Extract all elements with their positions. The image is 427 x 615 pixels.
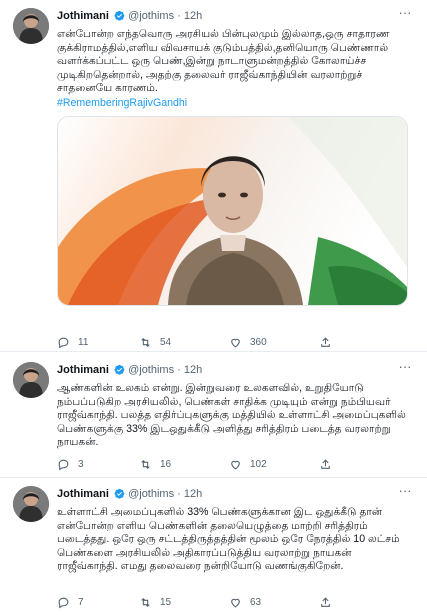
tweet-text: ஆண்களின் உலகம் என்று. இன்றுவரை உலகளவில்,… [57,382,406,449]
hashtag-link[interactable]: #RememberingRajivGandhi [57,96,413,110]
reply-icon [58,459,69,470]
share-icon [321,458,330,469]
tweet-media-image[interactable] [57,115,408,306]
retweet-button[interactable]: 16 [139,456,171,472]
tweet[interactable]: ··· Jothimani @jothims · 12h உள்ளாட்சி அ… [0,478,427,615]
timeline: · · · Jothimani @jothims · 12h என்போன்ற எந… [0,0,427,615]
retweet-count: 54 [160,336,172,348]
tweet-text: உள்ளாட்சி அமைப்புகளில் 33% பெண்களுக்கான … [57,506,400,573]
separator-dot: · [177,364,181,376]
like-count: 63 [250,596,262,608]
tweet[interactable]: ··· Jothimani @jothims · 12h ஆண்களின் உல… [0,352,427,478]
verified-badge-icon [114,10,125,25]
reply-count: 7 [78,596,84,608]
reply-button[interactable]: 7 [57,594,84,610]
tweet-header: Jothimani @jothims · 12h [57,9,413,25]
verified-badge-icon [114,488,125,503]
avatar[interactable] [13,8,49,44]
retweet-icon [141,459,150,469]
heart-icon [231,338,240,347]
tweet-header: Jothimani @jothims · 12h [57,487,413,503]
tweet-timestamp[interactable]: 12h [184,10,202,22]
reply-button[interactable]: 3 [57,456,84,472]
author-name[interactable]: Jothimani [57,488,109,500]
reply-count: 3 [78,458,84,470]
heart-icon [231,598,240,607]
tweet-header: Jothimani @jothims · 12h [57,363,413,379]
retweet-button[interactable]: 54 [139,334,171,350]
tweet-actions: 7 15 63 [57,594,387,610]
author-name[interactable]: Jothimani [57,364,109,376]
author-name[interactable]: Jothimani [57,10,109,22]
retweet-count: 15 [160,596,172,608]
heart-icon [231,460,240,469]
share-icon [321,336,330,347]
like-button[interactable]: 102 [229,456,267,472]
share-button[interactable] [319,334,340,350]
tweet-timestamp[interactable]: 12h [184,364,202,376]
share-button[interactable] [319,456,340,472]
tweet[interactable]: ··· Jothimani @jothims · 12h என்போன்ற எந… [0,0,427,352]
author-handle[interactable]: @jothims [128,10,174,22]
reply-icon [58,337,69,348]
retweet-button[interactable]: 15 [139,594,171,610]
like-button[interactable]: 360 [229,334,267,350]
retweet-count: 16 [160,458,172,470]
separator-dot: · [177,488,181,500]
separator-dot: · [177,10,181,22]
verified-badge-icon [114,364,125,379]
like-count: 102 [250,458,267,470]
tweet-actions: 11 54 360 [57,334,387,350]
share-button[interactable] [319,594,340,610]
like-count: 360 [250,336,267,348]
retweet-icon [141,597,150,607]
tweet-text: என்போன்ற எந்தவொரு அரசியல் பின்புலமும் இல… [57,28,390,95]
reply-icon [58,597,69,608]
author-handle[interactable]: @jothims [128,488,174,500]
author-handle[interactable]: @jothims [128,364,174,376]
like-button[interactable]: 63 [229,594,261,610]
share-icon [321,596,330,607]
avatar[interactable] [13,362,49,398]
tweet-timestamp[interactable]: 12h [184,488,202,500]
avatar[interactable] [13,486,49,522]
tweet-actions: 3 16 102 [57,456,387,472]
reply-count: 11 [78,336,89,348]
reply-button[interactable]: 11 [57,334,88,350]
retweet-icon [141,337,150,347]
